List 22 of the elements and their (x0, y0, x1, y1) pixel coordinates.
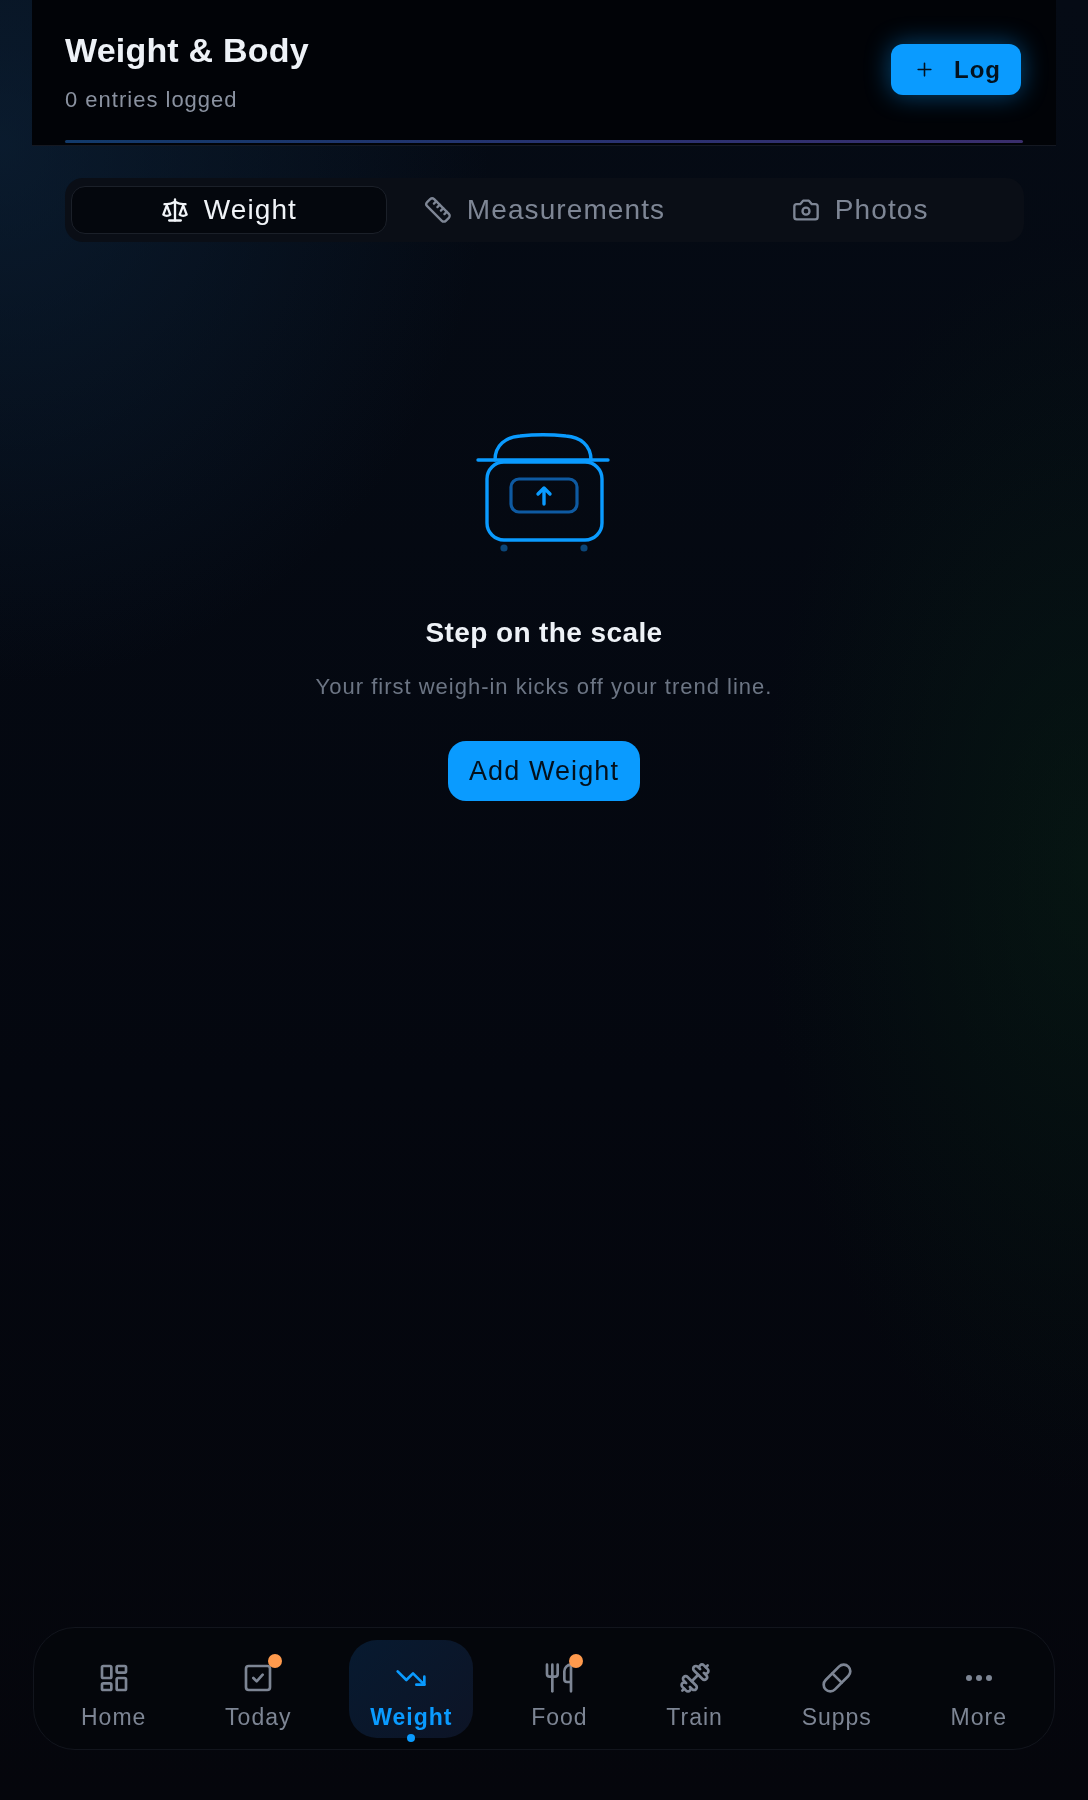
ruler-icon (423, 196, 452, 224)
add-weight-button[interactable]: Add Weight (447, 741, 641, 801)
segment-tab[interactable]: Measurements (386, 186, 703, 234)
empty-state-message: Your first weigh-in kicks off your trend line. (315, 674, 773, 700)
dumbbell-icon (678, 1662, 711, 1694)
segment-tab[interactable]: Photos (702, 186, 1018, 234)
nav-tab[interactable]: Home (60, 1640, 168, 1738)
entry-count: 0 entries logged (65, 86, 239, 114)
nav-tab[interactable]: Supps (780, 1640, 893, 1738)
nav-tab[interactable]: More (929, 1640, 1028, 1738)
nav-tab[interactable]: Train (645, 1640, 744, 1738)
segment-tab[interactable]: Weight (71, 186, 387, 234)
active-indicator-icon (407, 1734, 416, 1742)
balance-scale-icon (160, 196, 189, 224)
more-icon (965, 1675, 992, 1681)
page-title: Weight & Body (65, 30, 309, 71)
log-button[interactable]: Log (891, 44, 1021, 95)
nav-tab[interactable]: Today (204, 1640, 313, 1738)
plus-icon (915, 60, 934, 79)
nav-tab[interactable]: Food (510, 1640, 609, 1738)
pill-icon (820, 1662, 853, 1694)
empty-state-title: Step on the scale (425, 616, 663, 650)
